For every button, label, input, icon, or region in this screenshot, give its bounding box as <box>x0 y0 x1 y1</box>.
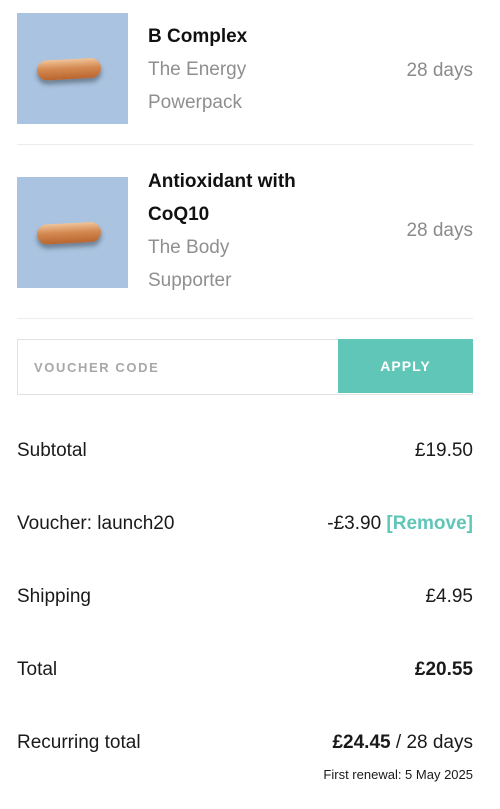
divider <box>17 318 473 319</box>
product-subtitle-line-2: Powerpack <box>148 92 242 113</box>
capsule-icon <box>36 221 101 245</box>
recurring-total-value: £24.45 <box>332 732 391 753</box>
cart-item-antioxidant: Antioxidant with CoQ10 The Body Supporte… <box>17 153 473 303</box>
recurring-total: £24.45 / 28 days <box>332 732 473 754</box>
capsule-icon <box>36 57 101 81</box>
first-renewal-date: First renewal: 5 May 2025 <box>323 767 473 782</box>
subtotal-label: Subtotal <box>17 440 87 461</box>
divider <box>17 144 473 145</box>
apply-voucher-button[interactable]: APPLY <box>338 339 473 393</box>
product-duration: 28 days <box>406 60 473 81</box>
recurring-total-row: Recurring total £24.45 / 28 days <box>17 732 473 754</box>
product-name-line-2: CoQ10 <box>148 204 210 225</box>
product-duration: 28 days <box>406 220 473 241</box>
product-name-line-1: Antioxidant with <box>148 171 296 192</box>
voucher-code-input[interactable] <box>18 340 338 394</box>
cart-item-b-complex: B Complex The Energy Powerpack 28 days <box>17 13 473 124</box>
remove-voucher-link[interactable]: [Remove] <box>386 513 473 534</box>
voucher-label: Voucher: launch20 <box>17 513 175 534</box>
product-image <box>17 177 128 288</box>
voucher-discount-value: -£3.90 <box>327 513 382 534</box>
product-name: B Complex <box>148 26 248 47</box>
voucher-form: APPLY <box>17 339 473 395</box>
product-image <box>17 13 128 124</box>
product-subtitle-line-2: Supporter <box>148 270 232 291</box>
product-subtitle-line-1: The Energy <box>148 59 247 80</box>
shipping-label: Shipping <box>17 586 91 607</box>
recurring-period: / 28 days <box>395 732 473 753</box>
total-row: Total £20.55 <box>17 659 473 681</box>
subtotal-value: £19.50 <box>414 440 473 461</box>
subtotal-row: Subtotal £19.50 <box>17 440 473 462</box>
total-value: £20.55 <box>414 659 473 680</box>
shipping-value: £4.95 <box>425 586 473 607</box>
recurring-total-label: Recurring total <box>17 732 141 753</box>
product-subtitle-line-1: The Body <box>148 237 230 258</box>
voucher-row: Voucher: launch20 -£3.90 [Remove] <box>17 513 473 535</box>
total-label: Total <box>17 659 58 680</box>
voucher-discount: -£3.90 [Remove] <box>327 513 473 535</box>
shipping-row: Shipping £4.95 <box>17 586 473 608</box>
